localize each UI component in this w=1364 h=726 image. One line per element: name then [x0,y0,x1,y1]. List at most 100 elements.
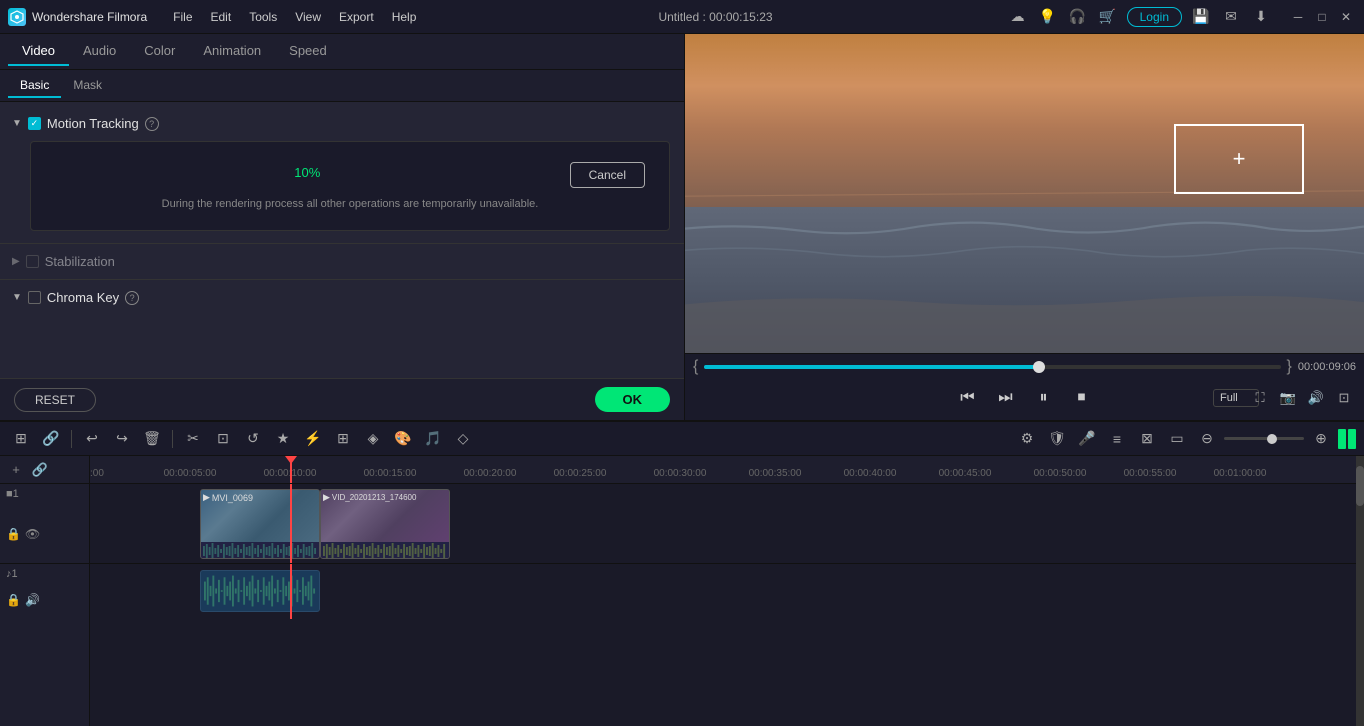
add-track-icon[interactable]: ⊞ [8,426,34,452]
tab-speed[interactable]: Speed [275,37,341,66]
maximize-button[interactable]: □ [1312,7,1332,27]
audio-clip-1[interactable] [200,570,320,612]
bulb-icon[interactable]: 💡 [1037,6,1059,28]
keyframe-icon[interactable]: ◇ [450,426,476,452]
crop-icon[interactable]: ⊡ [210,426,236,452]
audio-track-number: ♪1 [6,568,18,580]
mixer-icon[interactable]: ≡ [1104,426,1130,452]
fullscreen-icon[interactable]: ⛶ [1248,386,1272,410]
tracking-overlay-box[interactable]: + [1174,124,1304,194]
track-add-icon[interactable]: + [6,460,26,480]
toolbar-sep-1 [71,430,72,448]
prev-frame-button[interactable]: ⏭ [992,384,1020,412]
settings-icon[interactable]: ⚙ [1014,426,1040,452]
track-link-icon[interactable]: 🔗 [30,460,50,480]
motion-tracking-checkbox[interactable]: ✓ [28,117,41,130]
tab-color[interactable]: Color [130,37,189,66]
lock-icon[interactable]: 🔒 [6,527,21,541]
color-icon[interactable]: 🎨 [390,426,416,452]
audio-track-playhead [290,564,292,619]
undo-icon[interactable]: ↩ [79,426,105,452]
reset-button[interactable]: RESET [14,388,96,412]
menu-export[interactable]: Export [331,7,382,27]
login-button[interactable]: Login [1127,7,1182,27]
chroma-key-header[interactable]: ▼ Chroma Key ? [0,284,684,311]
speed-icon[interactable]: ⚡ [300,426,326,452]
sub-tab-mask[interactable]: Mask [61,74,114,98]
left-bracket-icon[interactable]: { [693,358,698,376]
timeline-scrollbar[interactable] [1356,456,1364,726]
audio-volume-icon[interactable]: 🔊 [25,593,40,607]
step-back-button[interactable]: ⏮ [954,384,982,412]
save-icon[interactable]: 💾 [1190,6,1212,28]
tab-animation[interactable]: Animation [189,37,275,66]
zoom-handle[interactable] [1267,434,1277,444]
title-bar: Wondershare Filmora File Edit Tools View… [0,0,1364,34]
link-icon[interactable]: 🔗 [38,426,64,452]
motion-tracking-help-icon[interactable]: ? [145,117,159,131]
ruler-labels: :00:00 00:00:05:00 00:00:10:00 00:00:15:… [90,456,1364,483]
clip-play-icon-1: ▶ [203,492,210,503]
sub-tab-basic[interactable]: Basic [8,74,61,98]
mask-icon[interactable]: ◈ [360,426,386,452]
download-icon[interactable]: ⬇ [1250,6,1272,28]
seek-bar-track[interactable] [704,365,1280,369]
minimize-button[interactable]: ─ [1288,7,1308,27]
ruler-mark-3: 00:00:15:00 [364,468,417,479]
menu-edit[interactable]: Edit [203,7,240,27]
zoom-slider[interactable] [1224,437,1304,440]
speaker-icon[interactable]: 🔊 [1304,386,1328,410]
chroma-key-checkbox[interactable] [28,291,41,304]
menu-file[interactable]: File [165,7,200,27]
pip-icon[interactable]: ⊡ [1332,386,1356,410]
cut-icon[interactable]: ✂ [180,426,206,452]
headphone-icon[interactable]: 🎧 [1067,6,1089,28]
scrollbar-thumb[interactable] [1356,466,1364,506]
detach-icon[interactable]: ⊠ [1134,426,1160,452]
eye-icon[interactable]: 👁 [25,527,40,541]
motion-tracking-header[interactable]: ▼ ✓ Motion Tracking ? [0,110,684,137]
screenshot-icon[interactable]: 📷 [1276,386,1300,410]
pause-button[interactable]: ⏸ [1030,384,1058,412]
rotate-icon[interactable]: ↺ [240,426,266,452]
right-bracket-icon[interactable]: } [1287,358,1292,376]
audio-lock-icon[interactable]: 🔒 [6,593,21,607]
close-button[interactable]: ✕ [1336,7,1356,27]
stabilization-checkbox[interactable] [26,255,39,268]
ruler-mark-0: :00:00 [90,468,104,479]
seek-handle[interactable] [1033,361,1045,373]
clip-vid20201213[interactable]: ▶ VID_20201213_174600 [320,489,450,559]
video-track-playhead [290,484,292,563]
cart-icon[interactable]: 🛒 [1097,6,1119,28]
clip-name-1: MVI_0069 [212,493,253,503]
cloud-icon[interactable]: ☁ [1007,6,1029,28]
toolbar-sep-2 [172,430,173,448]
delete-icon[interactable]: 🗑 [139,426,165,452]
menu-tools[interactable]: Tools [241,7,285,27]
audio-icon[interactable]: 🎵 [420,426,446,452]
tab-audio[interactable]: Audio [69,37,130,66]
subtitle-icon[interactable]: ▭ [1164,426,1190,452]
chroma-key-help-icon[interactable]: ? [125,291,139,305]
shield-icon[interactable]: 🛡 [1044,426,1070,452]
mail-icon[interactable]: ✉ [1220,6,1242,28]
stabilization-row[interactable]: ▶ Stabilization [0,248,684,275]
main-tab-bar: Video Audio Color Animation Speed [0,34,684,70]
stop-button[interactable]: ⏹ [1068,384,1096,412]
ruler-mark-10: 00:00:50:00 [1034,468,1087,479]
mic-icon[interactable]: 🎤 [1074,426,1100,452]
redo-icon[interactable]: ↪ [109,426,135,452]
ok-button[interactable]: OK [595,387,671,412]
effects-icon[interactable]: ★ [270,426,296,452]
transform-icon[interactable]: ⊞ [330,426,356,452]
zoom-out-icon[interactable]: ⊖ [1194,426,1220,452]
sub-tab-bar: Basic Mask [0,70,684,102]
menu-help[interactable]: Help [384,7,425,27]
cancel-button[interactable]: Cancel [570,162,645,188]
clip-label-1: ▶ MVI_0069 [203,492,253,503]
tab-video[interactable]: Video [8,37,69,66]
menu-view[interactable]: View [287,7,329,27]
zoom-in-icon[interactable]: ⊕ [1308,426,1334,452]
timeline-ruler[interactable]: :00:00 00:00:05:00 00:00:10:00 00:00:15:… [90,456,1364,484]
clip-mvi0069[interactable]: ▶ MVI_0069 [200,489,320,559]
